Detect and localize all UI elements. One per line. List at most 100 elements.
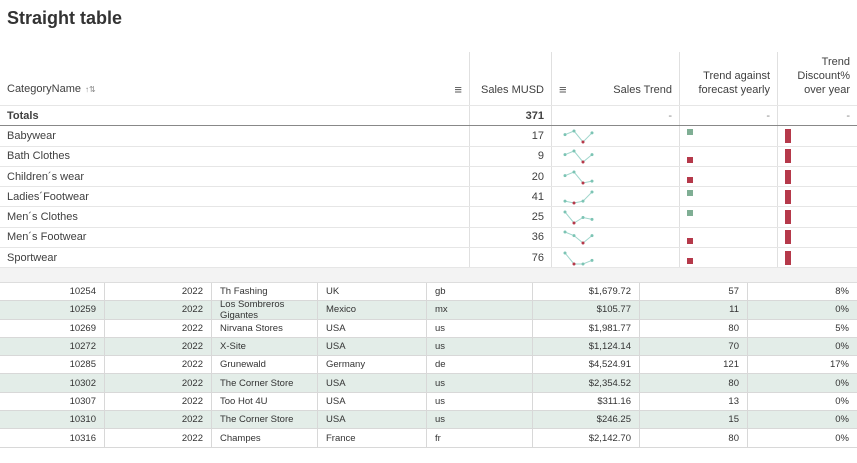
country-cell: UK [318,283,427,301]
header-discount[interactable]: Trend Discount% over year [778,52,857,105]
table-row[interactable]: 10254 2022 Th Fashing UK gb $1,679.72 57 8% [0,283,857,302]
header-trend[interactable]: ≡ Sales Trend [552,52,680,105]
table-row[interactable]: 10310 2022 The Corner Store USA us $246.25 15 0… [0,411,857,430]
year-cell: 2022 [105,429,212,447]
table-row[interactable]: Babywear 17 [0,126,857,147]
country-cell: USA [318,337,427,356]
discount-cell: 0% [835,304,849,316]
header-sales[interactable]: Sales MUSD [470,52,552,105]
trend-cell [552,146,680,166]
category-cell: Babywear [0,126,470,146]
discount-cell: 0% [835,341,849,353]
sales-cell: 9 [470,146,552,166]
header-forecast[interactable]: Trend against forecast yearly [680,52,778,105]
amount-cell: $1,981.77 [533,319,640,337]
sales-cell: 25 [470,207,552,227]
table-row[interactable]: 10285 2022 Grunewald Germany de $4,524.91 121 1… [0,356,857,375]
trend-cell [552,187,680,207]
sparkline-point [563,153,567,157]
table-row[interactable]: Children´s wear 20 [0,166,857,188]
quantity-cell: 70 [640,337,748,356]
page-title: Straight table [7,8,123,28]
header-label: Trend against forecast yearly [698,70,770,96]
table-row[interactable]: 10259 2022 Los Sombreros Gigantes Mexico mx $… [0,299,857,321]
quantity-cell: 15 [640,411,748,429]
sparkline-point [581,262,585,266]
sparkline [563,210,594,225]
forecast-cell [680,227,778,248]
sparkline-point [572,262,576,266]
forecast-down-indicator [687,177,693,184]
table-row[interactable]: Men´s Footwear 36 [0,227,857,249]
sort-icon[interactable]: ↑⇅ [85,85,96,94]
discount-cell [778,207,857,226]
menu-icon[interactable]: ≡ [454,83,462,97]
year-cell: 2022 [105,319,212,337]
country-cell: France [318,429,427,447]
table-row[interactable]: 10316 2022 Champes France fr $2,142.70 80 0% [0,429,857,448]
quantity-cell: 80 [640,374,748,392]
amount-cell: $1,679.72 [533,283,640,301]
sparkline [563,251,594,266]
sparkline-point [581,160,585,164]
discount-bar [785,250,791,265]
discount-bar [785,189,791,204]
sales-cell: 36 [470,227,552,248]
trend-cell [552,227,680,248]
year-cell: 2022 [105,356,212,374]
country-cell: Mexico [318,301,427,319]
table-row[interactable]: Ladies´Footwear 41 [0,187,857,208]
totals-forecast: - [680,106,778,126]
discount-bar [785,128,791,143]
sparkline-point [590,217,594,221]
table-row[interactable]: 10272 2022 X-Site USA us $1,124.14 70 0% [0,337,857,357]
customer-cell: Los Sombreros Gigantes [212,299,318,321]
menu-icon[interactable]: ≡ [559,83,567,97]
order-id-cell: 10272 [0,337,105,356]
sparkline-point [590,153,594,157]
category-cell: Sportwear [0,248,470,268]
country-cell: USA [318,411,427,429]
discount-cell: 0% [835,395,849,407]
customer-cell: X-Site [212,337,318,356]
customer-cell: Nirvana Stores [212,319,318,337]
totals-label: Totals [0,106,470,126]
sparkline-point [572,149,576,153]
discount-cell: 0% [835,377,849,389]
discount-cell [778,248,857,267]
sparkline-point [563,251,567,255]
table-row[interactable]: 10302 2022 The Corner Store USA us $2,354.52 8… [0,374,857,393]
sparkline-point [572,170,576,174]
table-row[interactable]: Men´s Clothes 25 [0,207,857,228]
table-row[interactable]: Bath Clothes 9 [0,146,857,167]
forecast-up-indicator [687,129,693,136]
totals-row: Totals 371 - - - [0,106,857,127]
header-label: CategoryName [7,83,81,95]
table-row[interactable]: 10307 2022 Too Hot 4U USA us $311.16 13 0% [0,392,857,412]
header-category[interactable]: CategoryName ↑⇅ ≡ [0,52,470,105]
order-id-cell: 10302 [0,374,105,392]
sparkline-point [563,230,567,234]
discount-bar [785,169,791,184]
header-label: Trend Discount% over year [797,56,850,96]
sparkline [563,149,594,164]
customer-cell: Champes [212,429,318,447]
country-cell: USA [318,392,427,411]
amount-cell: $2,354.52 [533,374,640,392]
forecast-cell [680,248,778,268]
forecast-down-indicator [687,258,693,265]
category-cell: Bath Clothes [0,146,470,166]
customer-cell: The Corner Store [212,374,318,392]
country-code-cell: us [427,319,533,337]
sparkline-point [590,234,594,238]
sales-cell: 17 [470,126,552,146]
discount-cell: 0% [835,414,849,426]
table-row[interactable]: Sportwear 76 [0,248,857,269]
sparkline-point [581,140,585,144]
customer-cell: Grunewald [212,356,318,374]
totals-discount: - [846,109,850,122]
table-row[interactable]: 10269 2022 Nirvana Stores USA us $1,981.77 80 5… [0,319,857,338]
header-label: Sales Trend [613,84,672,96]
sparkline [563,230,594,245]
sparkline-point [590,179,594,183]
